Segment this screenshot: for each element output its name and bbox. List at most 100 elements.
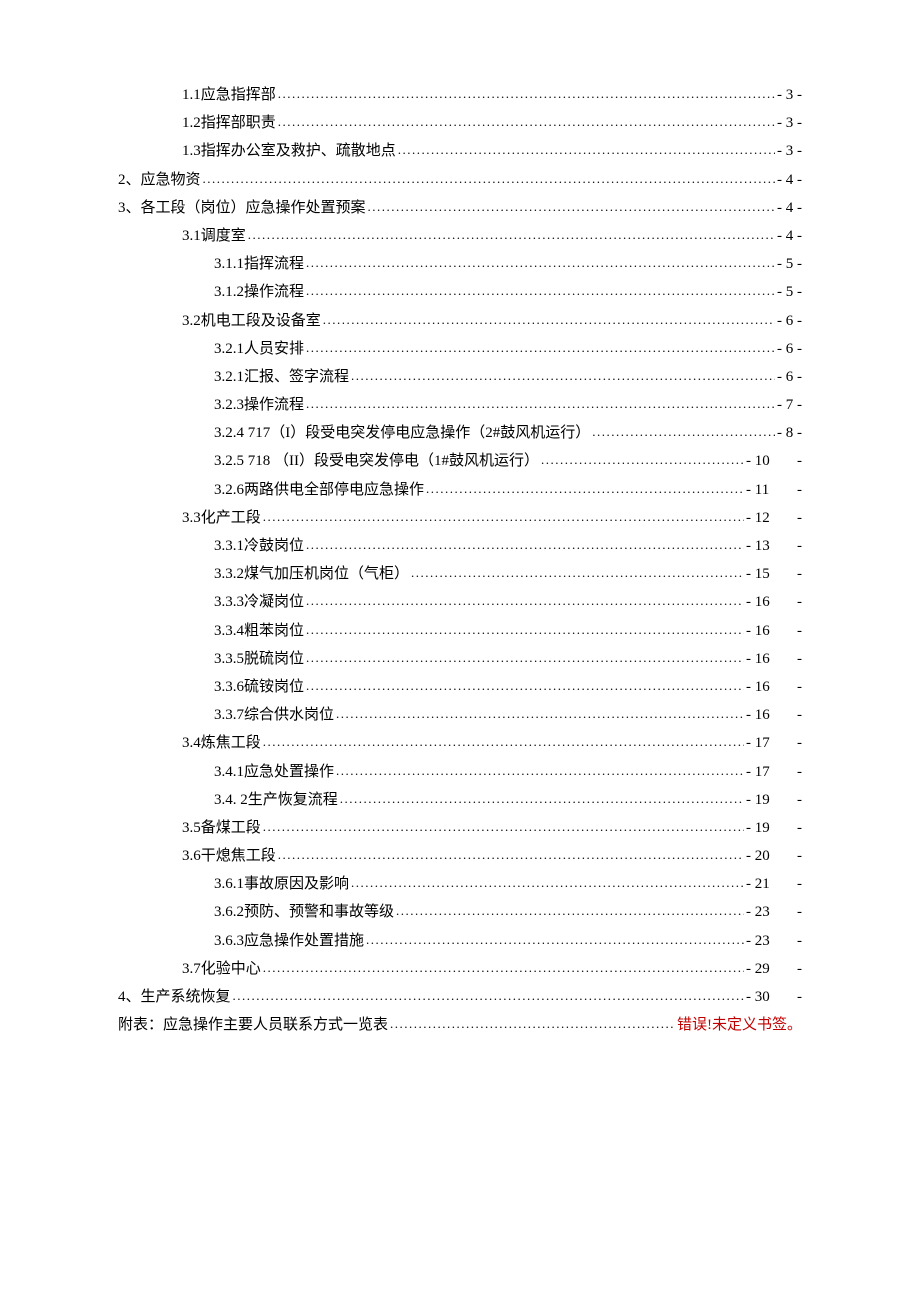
toc-title: 附表：应急操作主要人员联系方式一览表	[118, 1018, 388, 1033]
toc-title: 3.2.6两路供电全部停电应急操作	[214, 483, 424, 498]
toc-leader	[411, 566, 744, 579]
toc-entry: 3、各工段（岗位）应急操作处置预案- 4 -	[118, 201, 802, 216]
toc-title: 3、各工段（岗位）应急操作处置预案	[118, 201, 366, 216]
toc-leader	[366, 933, 744, 946]
toc-page: 错误!未定义书签。	[677, 1018, 802, 1033]
toc-entry: 3.6.2预防、预警和事故等级- 23-	[118, 905, 802, 920]
toc-page: - 15-	[746, 567, 802, 582]
toc-entry: 1.3指挥办公室及救护、疏散地点- 3 -	[118, 144, 802, 159]
toc-entry: 3.1.2操作流程 - 5 -	[118, 285, 802, 300]
toc-entry: 1.2指挥部职责 - 3 -	[118, 116, 802, 131]
toc-leader	[336, 764, 744, 777]
toc-title: 3.4. 2生产恢复流程	[214, 793, 338, 808]
toc-page: - 10-	[746, 454, 802, 469]
toc-entry: 3.6.3应急操作处置措施 - 23-	[118, 934, 802, 949]
toc-title: 3.2.4 717（I）段受电突发停电应急操作（2#鼓风机运行）	[214, 426, 590, 441]
toc-entry: 3.3.2煤气加压机岗位（气柜） - 15-	[118, 567, 802, 582]
toc-title: 3.1.2操作流程	[214, 285, 304, 300]
toc-leader	[306, 284, 775, 297]
toc-page: - 30-	[746, 990, 802, 1005]
toc-entry: 3.6干熄焦工段 - 20-	[118, 849, 802, 864]
toc-page: - 20-	[746, 849, 802, 864]
toc-leader	[233, 989, 744, 1002]
toc-entry: 3.3.3冷凝岗位- 16-	[118, 595, 802, 610]
toc-title: 3.4.1应急处置操作	[214, 765, 334, 780]
toc-page: - 4 -	[777, 173, 802, 188]
toc-entry: 3.1调度室 - 4 -	[118, 229, 802, 244]
toc-leader	[306, 594, 744, 607]
toc-leader	[263, 820, 744, 833]
toc-leader	[306, 256, 775, 269]
toc-entry: 3.6.1事故原因及影响 - 21-	[118, 877, 802, 892]
toc-title: 3.2.5 718 （II）段受电突发停电（1#鼓风机运行）	[214, 454, 539, 469]
toc-title: 3.6.1事故原因及影响	[214, 877, 349, 892]
toc-page: - 16-	[746, 652, 802, 667]
toc-title: 3.5备煤工段	[182, 821, 261, 836]
toc-title: 3.3.7综合供水岗位	[214, 708, 334, 723]
toc-title: 3.6.2预防、预警和事故等级	[214, 905, 394, 920]
toc-entry: 3.4.1应急处置操作- 17-	[118, 765, 802, 780]
toc-page: - 11-	[746, 483, 802, 498]
toc-entry: 3.1.1指挥流程 - 5 -	[118, 257, 802, 272]
toc-entry: 3.7化验中心- 29-	[118, 962, 802, 977]
toc-title: 3.3.2煤气加压机岗位（气柜）	[214, 567, 409, 582]
toc-leader	[278, 848, 744, 861]
toc-leader	[368, 200, 775, 213]
toc-leader	[278, 115, 775, 128]
toc-page: - 8 -	[777, 426, 802, 441]
toc-page: - 17-	[746, 736, 802, 751]
toc-entry: 3.4. 2生产恢复流程- 19-	[118, 793, 802, 808]
toc-page: - 23-	[746, 934, 802, 949]
toc-title: 3.1调度室	[182, 229, 246, 244]
toc-title: 3.3.5脱硫岗位	[214, 652, 304, 667]
toc-page: - 21-	[746, 877, 802, 892]
toc-title: 3.3化产工段	[182, 511, 261, 526]
toc-entry: 3.2.6两路供电全部停电应急操作 - 11-	[118, 483, 802, 498]
toc-page: - 4 -	[777, 229, 802, 244]
toc-title: 3.3.3冷凝岗位	[214, 595, 304, 610]
toc-title: 1.2指挥部职责	[182, 116, 276, 131]
toc-leader	[396, 904, 744, 917]
toc-leader	[306, 397, 775, 410]
toc-leader	[306, 623, 744, 636]
toc-leader	[592, 425, 775, 438]
toc-title: 4、生产系统恢复	[118, 990, 231, 1005]
toc-leader	[203, 172, 775, 185]
toc-leader	[336, 707, 744, 720]
toc-page: - 19-	[746, 821, 802, 836]
toc-leader	[398, 143, 775, 156]
toc-leader	[278, 87, 775, 100]
toc-page: - 3 -	[777, 144, 802, 159]
toc-leader	[248, 228, 775, 241]
toc-entry: 3.3.7综合供水岗位- 16-	[118, 708, 802, 723]
toc-leader	[306, 679, 744, 692]
toc-leader	[426, 482, 744, 495]
toc-title: 3.3.6硫铵岗位	[214, 680, 304, 695]
toc-title: 1.1应急指挥部	[182, 88, 276, 103]
toc-leader	[340, 792, 744, 805]
toc-title: 3.3.1冷鼓岗位	[214, 539, 304, 554]
toc-entry: 3.5备煤工段 - 19-	[118, 821, 802, 836]
toc-leader	[323, 313, 775, 326]
toc-title: 3.3.4粗苯岗位	[214, 624, 304, 639]
toc-title: 3.6.3应急操作处置措施	[214, 934, 364, 949]
toc-title: 3.4炼焦工段	[182, 736, 261, 751]
toc-page: - 7 -	[777, 398, 802, 413]
toc-entry: 3.3.5脱硫岗位 - 16-	[118, 652, 802, 667]
toc-leader	[351, 876, 744, 889]
toc-entry: 3.2.3操作流程- 7 -	[118, 398, 802, 413]
toc-title: 3.2.1汇报、签字流程	[214, 370, 349, 385]
toc-page: - 29-	[746, 962, 802, 977]
toc-page: - 6 -	[777, 314, 802, 329]
toc-leader	[306, 651, 744, 664]
toc-leader	[541, 453, 744, 466]
toc-title: 3.6干熄焦工段	[182, 849, 276, 864]
toc-page: - 6 -	[777, 370, 802, 385]
toc-page: - 5 -	[777, 285, 802, 300]
toc-page: - 3 -	[777, 116, 802, 131]
toc-page: - 12-	[746, 511, 802, 526]
toc-entry: 2、应急物资- 4 -	[118, 173, 802, 188]
toc-page: - 3 -	[777, 88, 802, 103]
toc-page: - 6 -	[777, 342, 802, 357]
toc-title: 3.1.1指挥流程	[214, 257, 304, 272]
